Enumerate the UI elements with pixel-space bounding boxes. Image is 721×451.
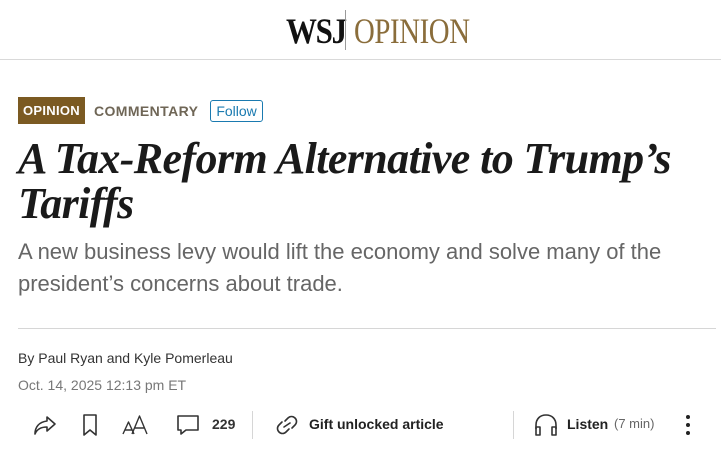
share-icon[interactable] xyxy=(30,410,60,440)
toolbar-divider xyxy=(513,411,514,439)
dot xyxy=(686,415,690,419)
headphones-icon[interactable] xyxy=(531,410,561,440)
listen-button[interactable]: Listen xyxy=(567,416,608,432)
logo-divider xyxy=(345,10,346,50)
byline-prefix: By xyxy=(18,350,35,366)
follow-button[interactable]: Follow xyxy=(210,99,263,122)
comment-count[interactable]: 229 xyxy=(212,416,235,432)
byline: By Paul Ryan and Kyle Pomerleau xyxy=(18,350,233,366)
masthead: WSJ OPINION xyxy=(0,0,721,60)
gift-article-button[interactable]: Gift unlocked article xyxy=(309,416,444,432)
toolbar-divider xyxy=(252,411,253,439)
listen-duration: (7 min) xyxy=(614,416,655,431)
text-size-icon[interactable] xyxy=(120,410,150,440)
bookmark-icon[interactable] xyxy=(75,410,105,440)
article-toolbar: 229 Gift unlocked article Listen (7 min) xyxy=(0,405,721,445)
author-link[interactable]: Paul Ryan xyxy=(38,350,103,366)
comment-icon[interactable] xyxy=(173,410,203,440)
article-flag-row: OPINION COMMENTARY Follow xyxy=(18,97,263,124)
author-link[interactable]: Kyle Pomerleau xyxy=(134,350,233,366)
publish-timestamp: Oct. 14, 2025 12:13 pm ET xyxy=(18,377,187,393)
opinion-section-logo[interactable]: OPINION xyxy=(354,11,470,51)
article-headline: A Tax-Reform Alternative to Trump’s Tari… xyxy=(18,134,671,228)
byline-joiner: and xyxy=(106,350,131,366)
wsj-logo[interactable]: WSJ xyxy=(286,11,347,51)
dot xyxy=(686,423,690,427)
dot xyxy=(686,431,690,435)
more-vertical-icon[interactable] xyxy=(680,410,696,440)
article-dek: A new business levy would lift the econo… xyxy=(18,239,662,296)
link-icon[interactable] xyxy=(272,410,302,440)
opinion-badge[interactable]: OPINION xyxy=(18,97,85,124)
category-label[interactable]: COMMENTARY xyxy=(94,103,198,119)
divider xyxy=(18,328,716,329)
